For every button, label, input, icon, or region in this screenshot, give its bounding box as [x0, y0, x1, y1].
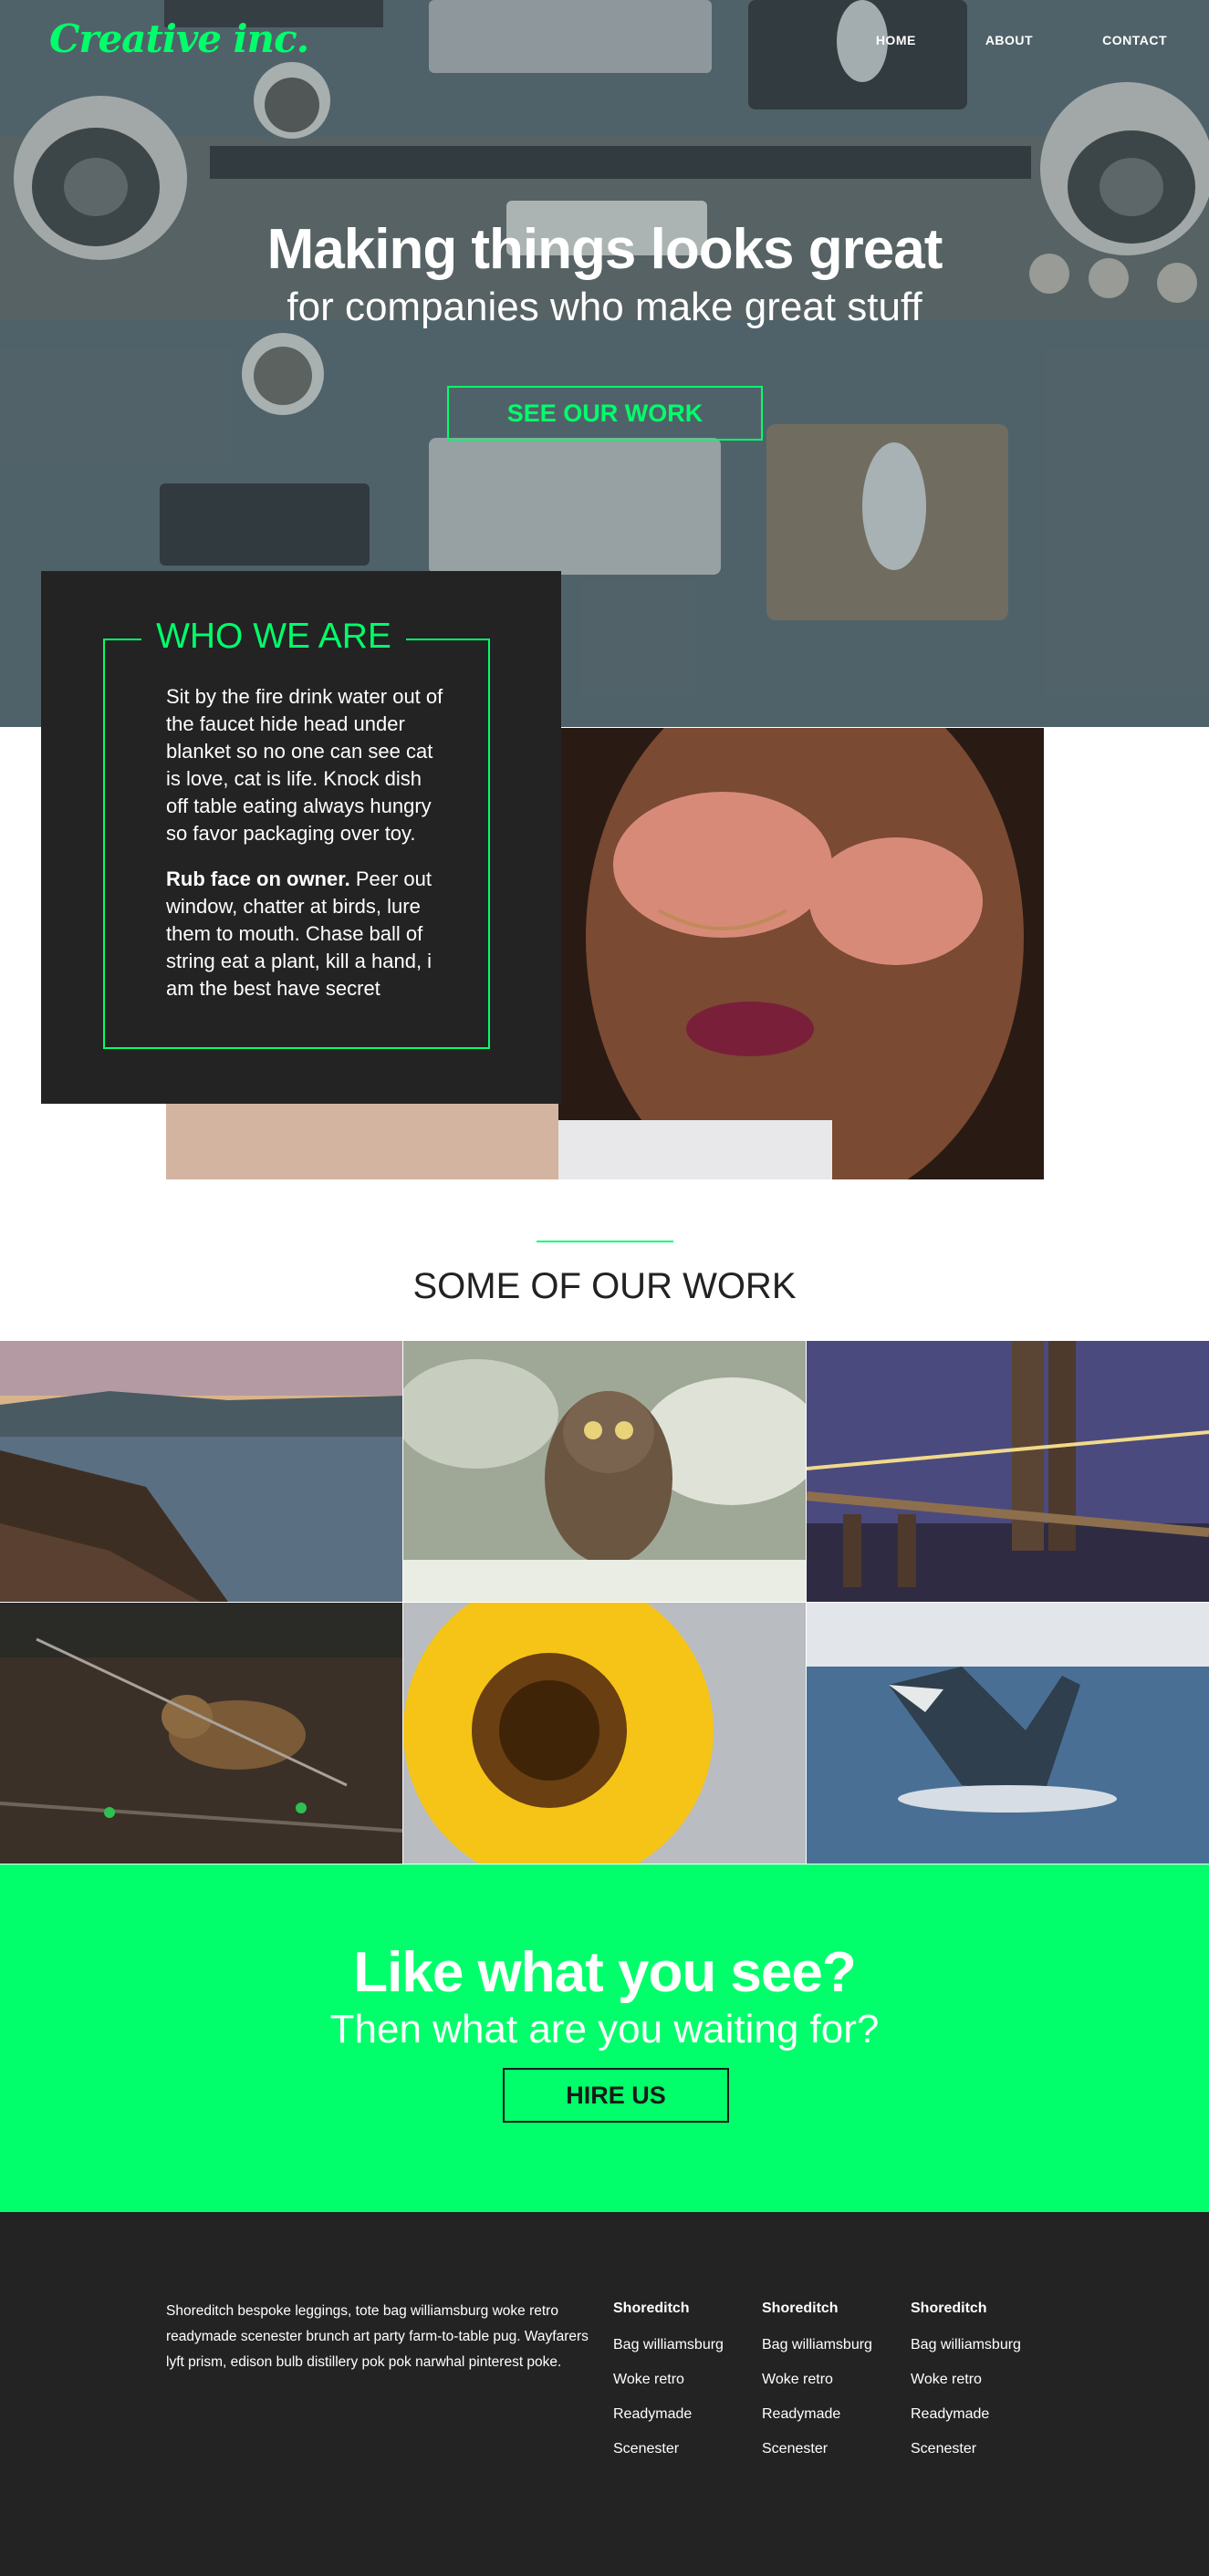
- about-paragraph-1: Sit by the fire drink water out of the f…: [166, 685, 443, 845]
- about-title-text: WHO WE ARE: [141, 617, 406, 656]
- footer-link[interactable]: Bag williamsburg: [911, 2337, 1021, 2353]
- footer-link[interactable]: Woke retro: [911, 2372, 1021, 2388]
- footer-link[interactable]: Scenester: [613, 2441, 724, 2457]
- about-title: WHO WE ARE: [46, 617, 502, 657]
- footer-column-heading: Shoreditch: [911, 2301, 987, 2316]
- about-paragraph-2-bold: Rub face on owner.: [166, 867, 350, 890]
- footer-link[interactable]: Readymade: [762, 2406, 872, 2423]
- footer-column-heading: Shoreditch: [762, 2301, 839, 2316]
- footer-link[interactable]: Scenester: [911, 2441, 1021, 2457]
- cta-title: Like what you see?: [353, 1941, 857, 2004]
- footer-column-3: Shoreditch Bag williamsburg Woke retro R…: [911, 2301, 1021, 2476]
- cta-subtitle: Then what are you waiting for?: [329, 2007, 880, 2051]
- footer-link[interactable]: Bag williamsburg: [762, 2337, 872, 2353]
- footer-link[interactable]: Woke retro: [613, 2372, 724, 2388]
- footer-column-2: Shoreditch Bag williamsburg Woke retro R…: [762, 2301, 872, 2476]
- work-divider: [537, 1241, 673, 1242]
- footer-text: Shoreditch bespoke leggings, tote bag wi…: [166, 2303, 589, 2370]
- gallery-tile-bridge[interactable]: [807, 1341, 1209, 1602]
- footer-link[interactable]: Scenester: [762, 2441, 872, 2457]
- footer-link[interactable]: Woke retro: [762, 2372, 872, 2388]
- footer-link[interactable]: Readymade: [911, 2406, 1021, 2423]
- nav-item-about[interactable]: ABOUT: [985, 33, 1033, 47]
- work-gallery: [0, 1341, 1209, 1864]
- footer-link[interactable]: Readymade: [613, 2406, 724, 2423]
- footer-column-1: Shoreditch Bag williamsburg Woke retro R…: [613, 2301, 724, 2476]
- hero-subtitle: for companies who make great stuff: [287, 285, 922, 329]
- brand-logo[interactable]: Creative inc.: [49, 16, 309, 61]
- nav-item-contact[interactable]: CONTACT: [1102, 33, 1167, 47]
- footer-column-heading: Shoreditch: [613, 2301, 690, 2316]
- work-title: SOME OF OUR WORK: [412, 1266, 797, 1306]
- see-our-work-button[interactable]: SEE OUR WORK: [447, 386, 763, 441]
- gallery-tile-fox[interactable]: [0, 1603, 402, 1864]
- gallery-tile-sunflower[interactable]: [403, 1603, 806, 1864]
- footer: [0, 2212, 1209, 2576]
- about-paragraph-2: Rub face on owner. Peer out window, chat…: [166, 866, 449, 1002]
- hero-title: Making things looks great: [266, 218, 943, 281]
- gallery-tile-owl[interactable]: [403, 1341, 806, 1602]
- nav-item-home[interactable]: HOME: [876, 33, 916, 47]
- hire-us-button[interactable]: HIRE US: [503, 2068, 729, 2123]
- about-text: Sit by the fire drink water out of the f…: [166, 683, 449, 1021]
- gallery-tile-coastline[interactable]: [0, 1341, 402, 1602]
- main-nav: HOME ABOUT CONTACT: [807, 33, 1167, 47]
- gallery-tile-whale[interactable]: [807, 1603, 1209, 1864]
- page: Creative inc. HOME ABOUT CONTACT Making …: [0, 0, 1209, 2576]
- footer-link[interactable]: Bag williamsburg: [613, 2337, 724, 2353]
